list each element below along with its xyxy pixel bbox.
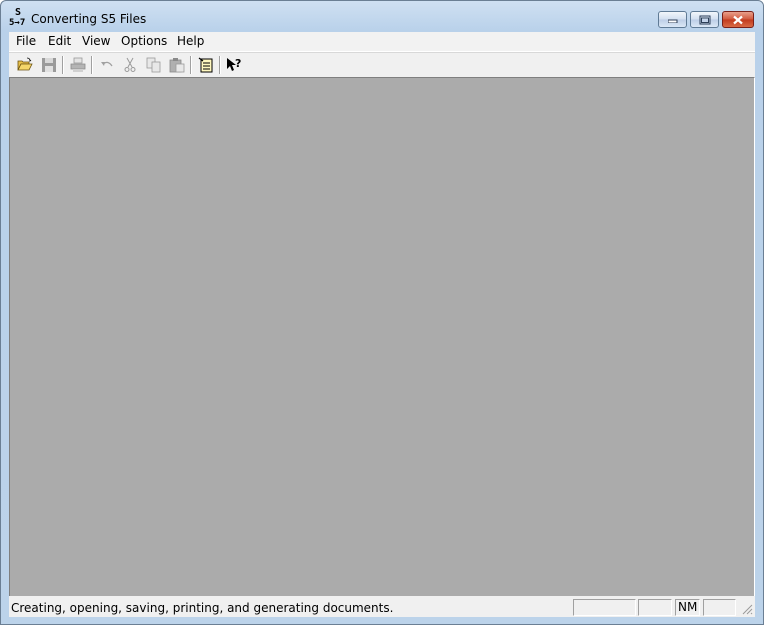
window-title: Converting S5 Files bbox=[31, 12, 147, 26]
resize-grip-icon[interactable] bbox=[741, 603, 753, 615]
menu-view[interactable]: View bbox=[82, 34, 110, 48]
undo-button[interactable] bbox=[97, 55, 117, 75]
status-pane bbox=[703, 599, 736, 616]
copy-button[interactable] bbox=[144, 55, 164, 75]
status-message: Creating, opening, saving, printing, and… bbox=[11, 601, 394, 615]
application-window: S 5→7 Converting S5 Files File Edit View… bbox=[0, 0, 764, 625]
menu-file[interactable]: File bbox=[16, 34, 36, 48]
properties-icon bbox=[198, 57, 213, 73]
undo-icon bbox=[101, 61, 113, 67]
print-button[interactable] bbox=[68, 55, 88, 75]
toolbar-separator bbox=[91, 56, 93, 74]
caption-buttons bbox=[655, 11, 754, 29]
minimize-button[interactable] bbox=[658, 11, 687, 28]
svg-text:?: ? bbox=[235, 57, 241, 70]
copy-icon bbox=[146, 57, 161, 73]
context-help-button[interactable]: ? bbox=[224, 55, 244, 75]
open-folder-icon bbox=[17, 57, 33, 71]
toolbar-separator bbox=[219, 56, 221, 74]
print-icon bbox=[70, 57, 86, 72]
status-pane bbox=[638, 599, 672, 616]
toolbar-separator bbox=[190, 56, 192, 74]
toolbar-separator bbox=[62, 56, 64, 74]
status-pane-nm: NM bbox=[675, 599, 700, 616]
cut-button[interactable] bbox=[120, 55, 140, 75]
save-button[interactable] bbox=[39, 55, 59, 75]
save-icon bbox=[42, 58, 56, 72]
status-bar: Creating, opening, saving, printing, and… bbox=[9, 598, 755, 617]
menu-help[interactable]: Help bbox=[177, 34, 204, 48]
properties-button[interactable] bbox=[196, 55, 216, 75]
menu-edit[interactable]: Edit bbox=[48, 34, 71, 48]
paste-button[interactable] bbox=[167, 55, 187, 75]
maximize-icon bbox=[699, 15, 710, 24]
close-icon bbox=[733, 15, 743, 24]
status-pane bbox=[573, 599, 636, 616]
minimize-icon bbox=[667, 19, 677, 23]
context-help-icon: ? bbox=[227, 57, 241, 71]
title-bar[interactable]: S 5→7 Converting S5 Files bbox=[1, 1, 763, 32]
menu-bar: File Edit View Options Help bbox=[9, 32, 755, 52]
maximize-button[interactable] bbox=[690, 11, 719, 28]
close-button[interactable] bbox=[722, 11, 754, 28]
menu-options[interactable]: Options bbox=[121, 34, 167, 48]
client-area: File Edit View Options Help ? Creating, … bbox=[9, 32, 755, 617]
mdi-workspace[interactable] bbox=[9, 77, 755, 596]
toolbar: ? bbox=[9, 52, 755, 77]
cut-icon bbox=[124, 57, 136, 72]
paste-icon bbox=[169, 58, 185, 73]
open-button[interactable] bbox=[15, 55, 35, 75]
app-icon[interactable]: S 5→7 bbox=[9, 8, 29, 29]
